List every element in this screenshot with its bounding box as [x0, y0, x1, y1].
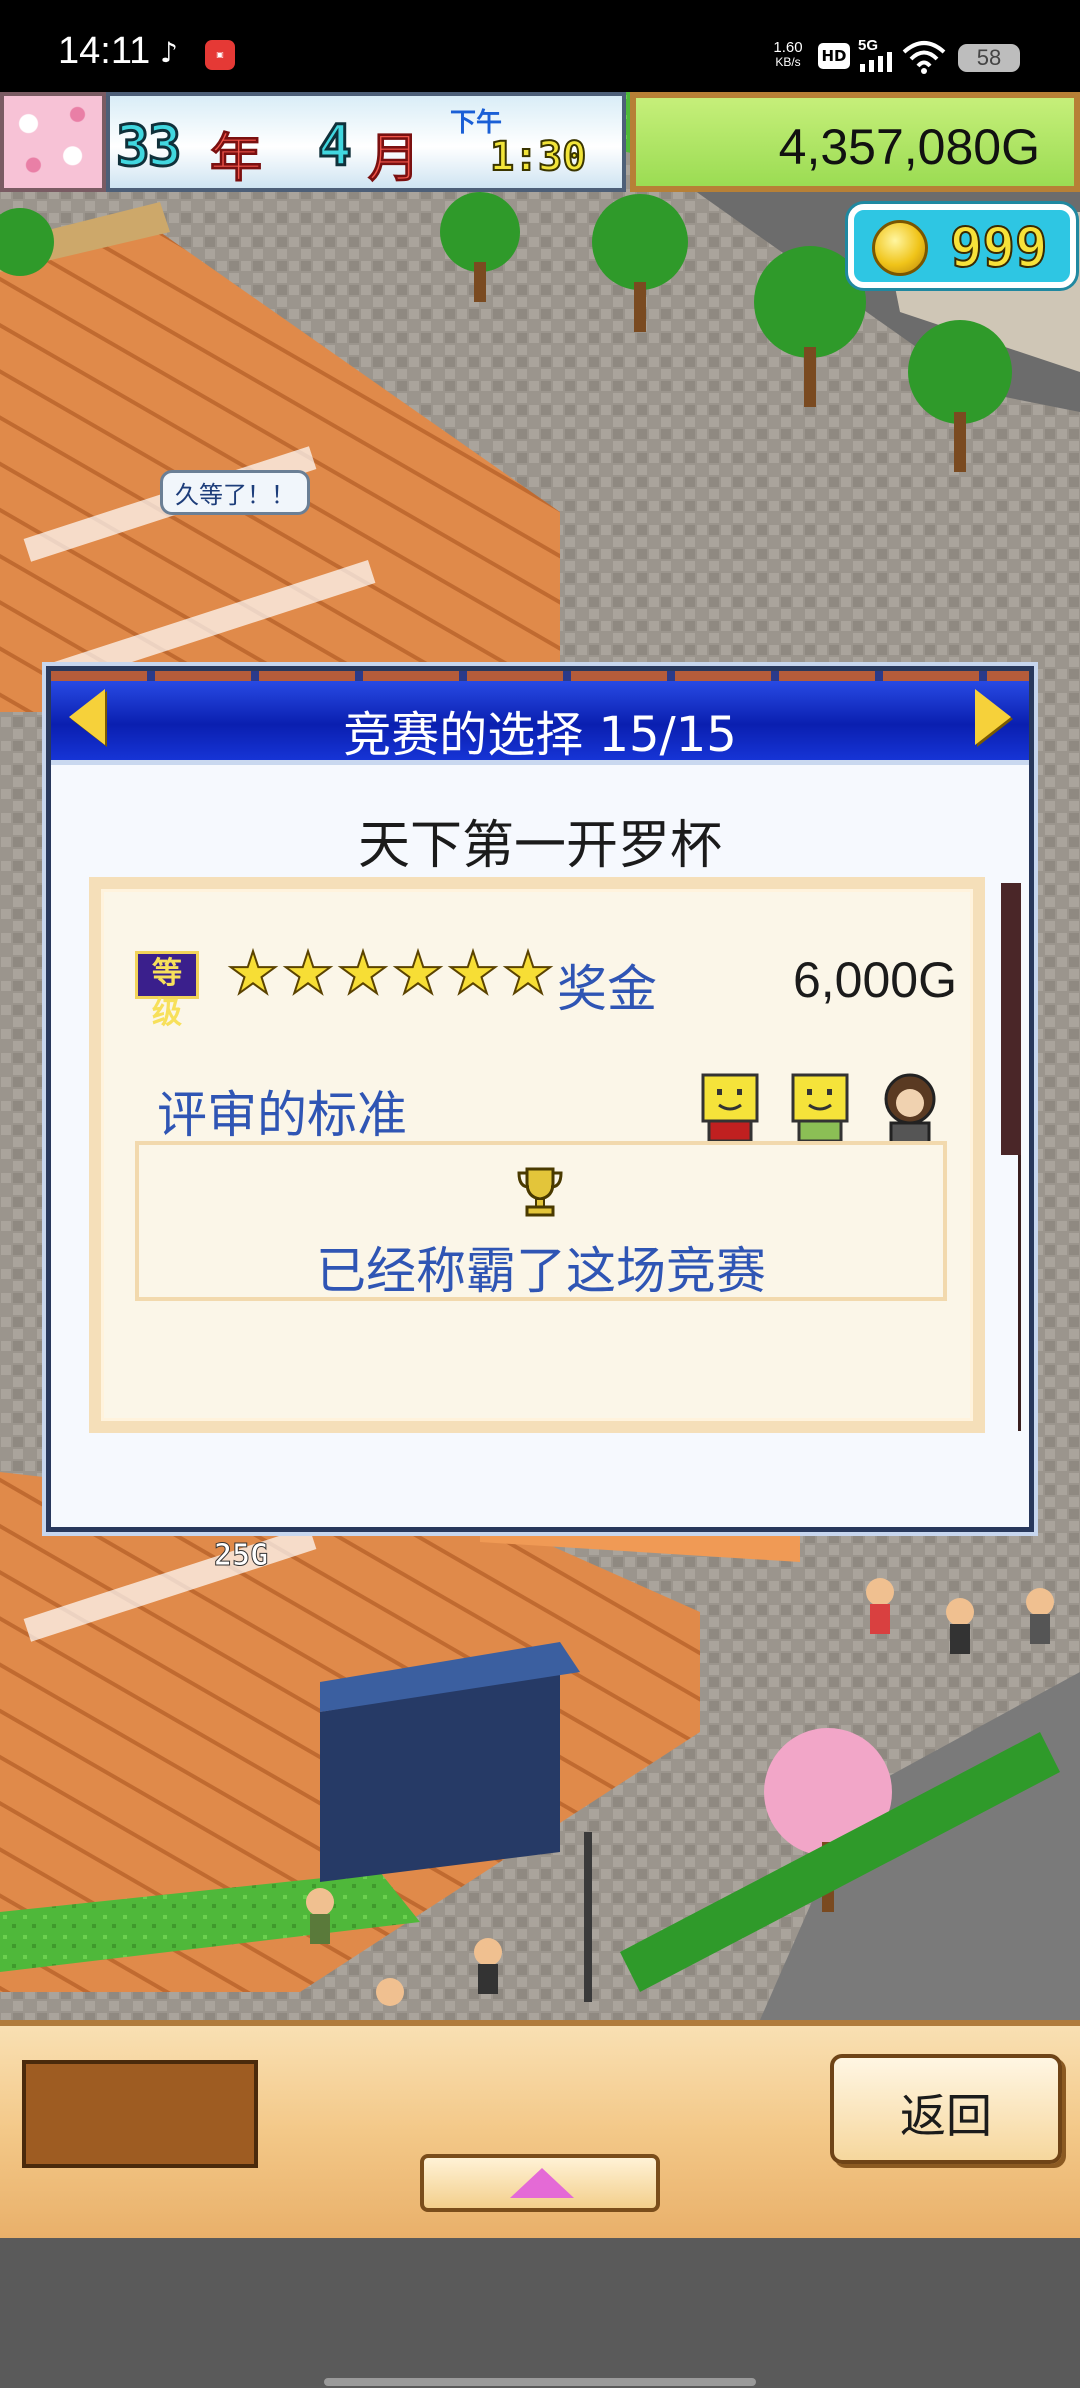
star-icon: ★ — [226, 939, 280, 1007]
year-number: 33 — [114, 113, 182, 181]
back-button-label: 返回 — [900, 2089, 992, 2143]
result-box: 已经称霸了这场竞赛 — [135, 1141, 947, 1301]
contest-dialog: 竞赛的选择 15/15 天下第一开罗杯 等级 ★ ★ ★ ★ ★ ★ 奖金 6,000G … — [46, 666, 1034, 1532]
app-icon: ▣ — [205, 40, 235, 70]
criteria-label: 评审的标准 — [157, 1086, 407, 1144]
network-rate: 1.60 KB/s — [766, 40, 810, 70]
year-unit: 年 — [209, 129, 263, 190]
judge-icon — [884, 1073, 936, 1145]
back-button[interactable]: 返回 — [830, 2054, 1062, 2164]
up-arrow-icon — [510, 2168, 574, 2198]
star-icon: ★ — [281, 939, 335, 1007]
bottom-bar: 返回 — [0, 2020, 1080, 2238]
judge-icon — [701, 1073, 759, 1143]
scrollbar-thumb[interactable] — [1001, 883, 1021, 1155]
prize-value: 6,000G — [792, 952, 957, 1008]
trophy-icon — [517, 1167, 563, 1217]
star-icon: ★ — [336, 939, 390, 1007]
rank-stars: ★ ★ ★ ★ ★ ★ — [226, 939, 557, 1007]
tiktok-icon: ♪ — [160, 36, 178, 69]
date-display: 33 年 4 月 下午 1:30 — [106, 92, 626, 192]
coin-count: 999 — [949, 215, 1049, 280]
result-text: 已经称霸了这场竞赛 — [316, 1242, 766, 1300]
coin-icon — [872, 220, 928, 276]
bottom-slot[interactable] — [22, 2060, 258, 2168]
money-amount: 4,357,080G — [778, 119, 1040, 175]
star-icon: ★ — [446, 939, 500, 1007]
month-number: 4 — [317, 113, 354, 181]
navigation-area — [0, 2238, 1080, 2388]
dialog-title: 竞赛的选择 15/15 — [343, 707, 737, 763]
home-indicator[interactable] — [324, 2378, 756, 2386]
contest-name: 天下第一开罗杯 — [357, 816, 722, 876]
signal-5g-icon: 5G — [858, 37, 892, 72]
status-bar: 14:11 ♪ ▣ 1.60 KB/s HD 5G 58 — [0, 0, 1080, 92]
arrow-right-icon[interactable] — [975, 689, 1011, 745]
battery-level: 58 — [958, 44, 1020, 72]
prize-label: 奖金 — [557, 960, 657, 1018]
judge-icon — [791, 1073, 849, 1143]
price-tag: 25G — [213, 1538, 269, 1574]
status-time: 14:11 — [58, 30, 151, 72]
month-unit: 月 — [367, 129, 421, 190]
star-icon: ★ — [501, 939, 555, 1007]
star-icon: ★ — [391, 939, 445, 1007]
game-clock: 1:30 — [489, 133, 587, 181]
network-rate-unit: KB/s — [775, 55, 801, 69]
money-display: 4,357,080G — [630, 92, 1080, 192]
hd-badge: HD — [818, 43, 850, 69]
speech-bubble: 久等了！！ — [160, 470, 310, 515]
season-icon — [0, 92, 106, 192]
network-rate-value: 1.60 — [773, 39, 803, 56]
wifi-icon — [902, 41, 946, 74]
signal-label: 5G — [858, 37, 878, 54]
rank-badge: 等级 — [135, 951, 199, 1031]
coin-display[interactable]: 999 — [848, 204, 1076, 288]
dialog-header: 竞赛的选择 15/15 — [51, 671, 1029, 765]
expand-menu-button[interactable] — [420, 2154, 660, 2212]
